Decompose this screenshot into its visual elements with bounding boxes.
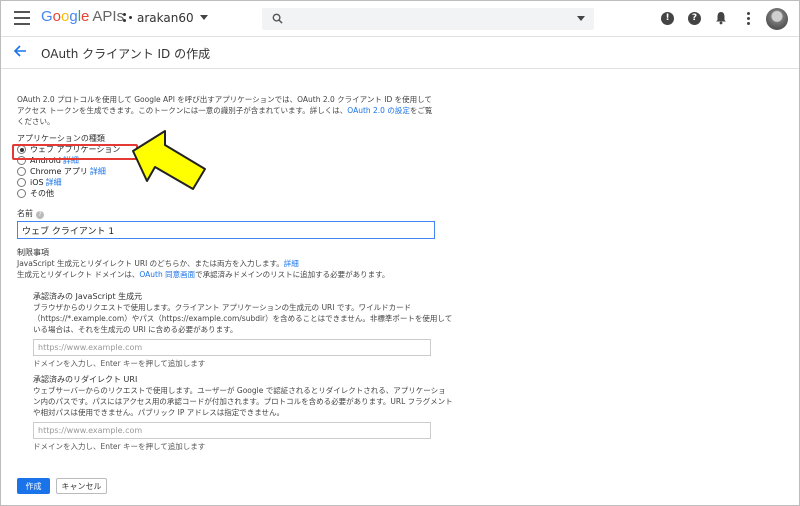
- ios-detail-link[interactable]: 詳細: [46, 177, 62, 188]
- top-bar: Google APIs arakan60 ! ?: [1, 1, 799, 37]
- search-icon: [272, 13, 283, 24]
- redirect-uri-hint: ドメインを入力し、Enter キーを押して追加します: [33, 442, 206, 451]
- avatar[interactable]: [766, 8, 788, 30]
- google-apis-logo[interactable]: Google APIs: [41, 8, 124, 25]
- redirect-uris-section: 承認済みのリダイレクト URI ウェブサーバーからのリクエストで使用します。ユー…: [33, 374, 453, 452]
- js-origins-section: 承認済みの JavaScript 生成元 ブラウザからのリクエストで使用します。…: [33, 291, 453, 369]
- oauth-consent-screen-link[interactable]: OAuth 同意画面: [139, 270, 195, 279]
- alert-icon[interactable]: !: [661, 12, 674, 25]
- app-type-label: アプリケーションの種類: [17, 134, 105, 143]
- app-window: Google APIs arakan60 ! ? OAuth クライアント ID …: [0, 0, 800, 506]
- notifications-icon[interactable]: [715, 11, 727, 25]
- project-icon: [123, 13, 133, 23]
- name-label: 名前?: [17, 208, 44, 219]
- title-bar: OAuth クライアント ID の作成: [1, 37, 799, 69]
- android-detail-link[interactable]: 詳細: [63, 155, 79, 166]
- redirect-uris-desc: ウェブサーバーからのリクエストで使用します。ユーザーが Google で認証され…: [33, 386, 453, 417]
- js-origins-desc: ブラウザからのリクエストで使用します。クライアント アプリケーションの生成元の …: [33, 303, 453, 334]
- intro-section: OAuth 2.0 プロトコルを使用して Google API を呼び出すアプリ…: [17, 94, 437, 199]
- radio-button[interactable]: [17, 189, 26, 198]
- radio-button[interactable]: [17, 178, 26, 187]
- page-title: OAuth クライアント ID の作成: [41, 47, 211, 61]
- restrictions-title: 制限事項: [17, 248, 49, 257]
- oauth-settings-link[interactable]: OAuth 2.0 の設定: [347, 106, 410, 115]
- cancel-button[interactable]: キャンセル: [56, 478, 107, 494]
- option-ios[interactable]: iOS 詳細: [17, 177, 437, 188]
- name-input[interactable]: [17, 221, 435, 239]
- radio-button[interactable]: [17, 167, 26, 176]
- redirect-uris-title: 承認済みのリダイレクト URI: [33, 375, 138, 384]
- project-name: arakan60: [137, 11, 194, 25]
- help-circle-icon[interactable]: ?: [36, 211, 44, 219]
- back-arrow-icon[interactable]: [13, 44, 27, 58]
- search-dropdown-icon[interactable]: [577, 16, 585, 21]
- js-origin-input[interactable]: [33, 339, 431, 356]
- help-icon[interactable]: ?: [688, 12, 701, 25]
- redirect-uri-input[interactable]: [33, 422, 431, 439]
- option-web-application[interactable]: ウェブ アプリケーション: [17, 144, 437, 155]
- restrictions-line1: JavaScript 生成元とリダイレクト URI のどちらか、または両方を入力…: [17, 259, 299, 268]
- restrictions-section: 制限事項 JavaScript 生成元とリダイレクト URI のどちらか、または…: [17, 247, 577, 280]
- menu-icon[interactable]: [14, 11, 30, 25]
- option-chrome-app[interactable]: Chrome アプリ 詳細: [17, 166, 437, 177]
- create-button[interactable]: 作成: [17, 478, 50, 494]
- annotation-arrow: [132, 130, 206, 190]
- radio-button[interactable]: [17, 145, 26, 154]
- option-other[interactable]: その他: [17, 188, 437, 199]
- restrictions-detail-link[interactable]: 詳細: [284, 259, 299, 268]
- chevron-down-icon: [199, 15, 208, 20]
- radio-button[interactable]: [17, 156, 26, 165]
- chrome-detail-link[interactable]: 詳細: [90, 166, 106, 177]
- option-android[interactable]: Android 詳細: [17, 155, 437, 166]
- project-selector[interactable]: arakan60: [123, 11, 208, 25]
- more-vert-icon[interactable]: [747, 12, 751, 27]
- restrictions-line2: 生成元とリダイレクト ドメインは、OAuth 同意画面で承認済みドメインのリスト…: [17, 270, 390, 279]
- js-origin-hint: ドメインを入力し、Enter キーを押して追加します: [33, 359, 206, 368]
- intro-text: OAuth 2.0 プロトコルを使用して Google API を呼び出すアプリ…: [17, 95, 433, 126]
- js-origins-title: 承認済みの JavaScript 生成元: [33, 292, 143, 301]
- app-type-options: ウェブ アプリケーション Android 詳細 Chrome アプリ 詳細 iOS 詳…: [17, 144, 437, 199]
- search-bar[interactable]: [262, 8, 594, 30]
